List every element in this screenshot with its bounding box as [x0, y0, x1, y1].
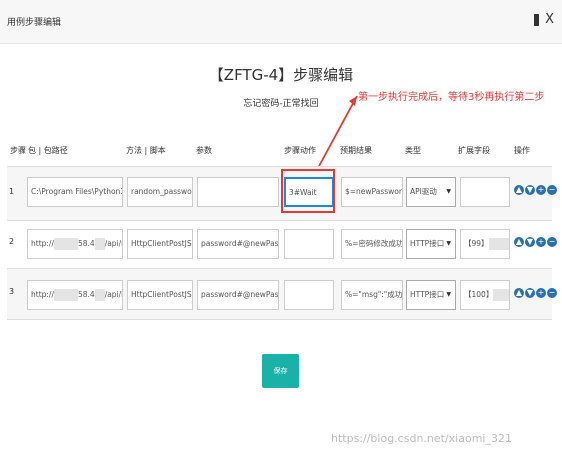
action-input[interactable] — [284, 229, 334, 259]
col-params: 参数 — [196, 146, 212, 155]
table-row: 1 C:\Program Files\Python36\Lib\site-pa … — [7, 166, 557, 221]
move-up-icon[interactable]: ▲ — [514, 237, 524, 247]
method-input[interactable]: HttpClientPostJSON — [127, 229, 193, 259]
col-package: 包 | 包路径 — [28, 146, 68, 155]
path-part: 58.4 — [77, 239, 95, 248]
add-icon[interactable]: + — [536, 237, 546, 247]
path-part: /api/lo — [104, 290, 122, 299]
remove-icon[interactable]: − — [547, 288, 557, 298]
chevron-down-icon: ▼ — [446, 240, 451, 247]
col-step: 步骤 — [10, 146, 26, 155]
redacted-block — [53, 289, 78, 301]
move-up-icon[interactable]: ▲ — [514, 288, 524, 298]
package-path-input[interactable]: C:\Program Files\Python36\Lib\site-pa — [27, 177, 123, 207]
type-select-value: HTTP接口 — [410, 290, 445, 299]
redacted-block — [94, 238, 105, 250]
redacted-block — [94, 289, 105, 301]
type-select-value: API驱动 — [410, 187, 437, 196]
col-type: 类型 — [405, 146, 421, 155]
table-row: 2 http:// 58.4/api/m HttpClientPostJSON p… — [7, 220, 557, 275]
col-ops: 操作 — [514, 146, 530, 155]
expect-input[interactable]: %=密码修改成功 — [341, 229, 403, 259]
row-actions: ▲ ▼ + − — [514, 237, 557, 247]
move-up-icon[interactable]: ▲ — [514, 185, 524, 195]
remove-icon[interactable]: − — [547, 237, 557, 247]
ext-value: 【99】 — [464, 239, 489, 248]
ext-value: 【100】 — [464, 290, 494, 299]
expect-input[interactable]: %="msg":"成功" — [341, 280, 403, 310]
redacted-block — [493, 289, 509, 301]
row-actions: ▲ ▼ + − — [514, 288, 557, 298]
move-down-icon[interactable]: ▼ — [525, 288, 535, 298]
path-part: /api/m — [104, 239, 122, 248]
ext-input[interactable] — [460, 177, 510, 207]
type-select[interactable]: HTTP接口 ▼ — [406, 229, 456, 259]
type-select[interactable]: HTTP接口 ▼ — [406, 280, 456, 310]
redacted-block — [488, 238, 509, 250]
col-ext: 扩展字段 — [458, 146, 490, 155]
remove-icon[interactable]: − — [547, 185, 557, 195]
col-expect: 预期结果 — [340, 146, 372, 155]
chevron-down-icon: ▼ — [446, 188, 451, 195]
col-action: 步骤动作 — [284, 146, 316, 155]
col-method: 方法 | 脚本 — [126, 146, 166, 155]
move-down-icon[interactable]: ▼ — [525, 237, 535, 247]
step-number: 2 — [9, 237, 15, 246]
param-input[interactable]: password#@newPassword — [197, 280, 279, 310]
path-part: http:// — [31, 239, 54, 248]
action-input[interactable] — [284, 280, 334, 310]
redacted-block — [53, 238, 78, 250]
row-actions: ▲ ▼ + − — [514, 185, 557, 195]
param-input[interactable] — [197, 177, 279, 207]
package-path-input[interactable]: http:// 58.4/api/lo — [27, 280, 123, 310]
type-select[interactable]: API驱动 ▼ — [406, 177, 456, 207]
add-icon[interactable]: + — [536, 185, 546, 195]
ext-input[interactable]: 【100】 — [460, 280, 510, 310]
ext-input[interactable]: 【99】 — [460, 229, 510, 259]
param-input[interactable]: password#@newPassword — [197, 229, 279, 259]
path-part: http:// — [31, 290, 54, 299]
method-input[interactable]: random_password.py — [127, 177, 193, 207]
step-number: 1 — [9, 187, 15, 196]
path-part: 58.4 — [77, 290, 95, 299]
step-number: 3 — [9, 287, 15, 296]
method-input[interactable]: HttpClientPostJSON — [127, 280, 193, 310]
highlight-box — [281, 169, 335, 213]
expect-input[interactable]: $=newPassword — [341, 177, 403, 207]
package-path-input[interactable]: http:// 58.4/api/m — [27, 229, 123, 259]
watermark: https://blog.csdn.net/xiaomi_321 — [331, 432, 512, 445]
save-button[interactable]: 保存 — [262, 354, 299, 388]
move-down-icon[interactable]: ▼ — [525, 185, 535, 195]
chevron-down-icon: ▼ — [446, 291, 451, 298]
type-select-value: HTTP接口 — [410, 239, 445, 248]
table-row: 3 http://58.4/api/lo HttpClientPostJSON … — [7, 268, 557, 320]
add-icon[interactable]: + — [536, 288, 546, 298]
